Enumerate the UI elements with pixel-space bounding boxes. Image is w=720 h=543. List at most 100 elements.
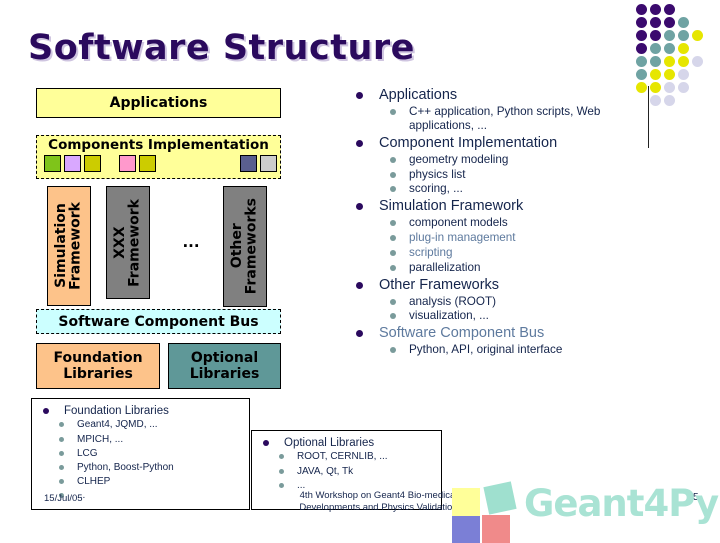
dot-yellow bbox=[692, 30, 703, 41]
dot-teal bbox=[664, 43, 675, 54]
logo-square-teal bbox=[483, 481, 517, 515]
outline-item-level2: Python, API, original interface bbox=[379, 343, 665, 357]
outline-item-level1: Applications C++ application, Python scri… bbox=[345, 86, 665, 133]
bullet-icon bbox=[43, 408, 49, 414]
outline-label-level2: component models bbox=[409, 216, 508, 230]
diagram-box-foundation-libraries: Foundation Libraries bbox=[36, 343, 160, 389]
diagram-box-components-implementation: Components Implementation bbox=[36, 135, 281, 179]
outline-list: Applications C++ application, Python scri… bbox=[345, 86, 665, 357]
foundation-libraries-label: Foundation Libraries bbox=[53, 349, 143, 382]
components-implementation-label: Components Implementation bbox=[48, 137, 269, 153]
outline-item-level2: parallelization bbox=[379, 261, 665, 275]
outline-label-level2: visualization, ... bbox=[409, 309, 489, 323]
outline-item-level1: Simulation Framework component models plug… bbox=[345, 197, 665, 274]
dot-yellow bbox=[678, 43, 689, 54]
outline-label-level2: C++ application, Python scripts, Web app… bbox=[409, 105, 601, 132]
dot-teal bbox=[650, 56, 661, 67]
outline-label-level2: Python, API, original interface bbox=[409, 343, 563, 357]
bullet-icon bbox=[59, 464, 64, 470]
logo-square-red bbox=[482, 515, 510, 543]
dot-purple bbox=[636, 17, 647, 28]
outline-item-level2: scripting bbox=[379, 246, 665, 260]
outline-label-level2: parallelization bbox=[409, 260, 481, 274]
note-list-item: ROOT, CERNLIB, ... bbox=[252, 450, 441, 464]
bullet-icon bbox=[59, 422, 64, 428]
page-title: Software Structure bbox=[28, 28, 415, 68]
dot-purple bbox=[650, 30, 661, 41]
dot-teal bbox=[678, 30, 689, 41]
other-frameworks-label: Other Frameworks bbox=[229, 198, 260, 295]
note-item-list: ROOT, CERNLIB, ... JAVA, Qt, Tk... bbox=[252, 450, 441, 493]
note-item-label: Python, Boost-Python bbox=[77, 461, 174, 473]
outline-item-level2: visualization, ... bbox=[379, 309, 665, 323]
note-item-label: MPICH, ... bbox=[77, 433, 124, 445]
bullet-icon bbox=[390, 156, 396, 163]
bullet-icon bbox=[59, 450, 64, 456]
bullet-icon bbox=[356, 139, 363, 147]
component-chip-row bbox=[44, 155, 277, 174]
bullet-icon bbox=[390, 220, 396, 227]
diagram-box-applications: Applications bbox=[36, 88, 281, 118]
dot-lavender bbox=[678, 69, 689, 80]
bullet-icon bbox=[390, 186, 396, 193]
bullet-icon bbox=[263, 440, 269, 446]
bullet-icon bbox=[279, 482, 284, 488]
dot-purple bbox=[664, 4, 675, 15]
outline-sublist: component models plug-in management script… bbox=[379, 216, 665, 274]
outline-item-level2: C++ application, Python scripts, Web app… bbox=[379, 105, 665, 133]
bullet-icon bbox=[390, 171, 396, 178]
diagram-box-xxx-framework: XXX Framework bbox=[106, 186, 150, 299]
outline-sublist: C++ application, Python scripts, Web app… bbox=[379, 105, 665, 133]
outline-label-level1: Other Frameworks bbox=[379, 276, 500, 293]
note-item-label: Geant4, JQMD, ... bbox=[77, 419, 158, 431]
dot-lavender bbox=[664, 95, 675, 106]
outline-item-level1: Component Implementation geometry modelin… bbox=[345, 134, 665, 197]
dot-yellow bbox=[664, 69, 675, 80]
outline-label-level2: geometry modeling bbox=[409, 152, 509, 166]
outline-item-level1: Other Frameworks analysis (ROOT) visualiza… bbox=[345, 276, 665, 324]
bullet-icon bbox=[356, 330, 363, 338]
dot-lavender bbox=[678, 82, 689, 93]
logo-wordmark: Geant4Py bbox=[524, 482, 719, 525]
logo-square-yellow bbox=[452, 488, 480, 516]
chip-olive-1 bbox=[84, 155, 101, 172]
outline-item-level2: geometry modeling bbox=[379, 153, 665, 167]
outline-sublist: Python, API, original interface bbox=[379, 343, 665, 357]
outline-label-level1: Software Component Bus bbox=[379, 325, 545, 342]
dot-teal bbox=[650, 43, 661, 54]
dot-yellow bbox=[650, 69, 661, 80]
geant4py-logo: Geant4Py bbox=[452, 481, 719, 543]
outline-item-level2: physics list bbox=[379, 168, 665, 182]
outline-item-level2: component models bbox=[379, 216, 665, 230]
dot-purple bbox=[664, 17, 675, 28]
outline-label-level1: Applications bbox=[379, 87, 458, 103]
dot-purple bbox=[650, 17, 661, 28]
bullet-icon bbox=[390, 235, 396, 242]
dot-teal bbox=[678, 17, 689, 28]
outline-sublist: geometry modeling physics list scoring, ..… bbox=[379, 153, 665, 196]
bullet-icon bbox=[390, 109, 396, 116]
dot-yellow bbox=[664, 56, 675, 67]
bullet-icon bbox=[390, 313, 396, 320]
diagram-ellipsis: ... bbox=[182, 233, 200, 251]
chip-olive-2 bbox=[139, 155, 156, 172]
dot-yellow bbox=[678, 56, 689, 67]
bullet-icon bbox=[59, 436, 64, 442]
software-component-bus-label: Software Component Bus bbox=[58, 313, 259, 330]
diagram-box-optional-libraries: Optional Libraries bbox=[168, 343, 281, 389]
applications-label: Applications bbox=[109, 95, 208, 111]
bullet-icon bbox=[390, 298, 396, 305]
bullet-icon bbox=[390, 347, 396, 354]
bullet-icon bbox=[390, 249, 396, 256]
dot-lavender bbox=[664, 82, 675, 93]
dot-lavender bbox=[692, 56, 703, 67]
note-list-item: MPICH, ... bbox=[32, 433, 249, 447]
note-list-item: CLHEP bbox=[32, 475, 249, 489]
xxx-framework-label: XXX Framework bbox=[112, 198, 143, 287]
dot-purple bbox=[636, 4, 647, 15]
bullet-icon bbox=[279, 468, 284, 474]
dot-teal bbox=[636, 56, 647, 67]
diagram-box-simulation-framework: Simulation Framework bbox=[47, 186, 91, 306]
note-title: Foundation Libraries bbox=[32, 404, 249, 418]
chip-pink bbox=[119, 155, 136, 172]
